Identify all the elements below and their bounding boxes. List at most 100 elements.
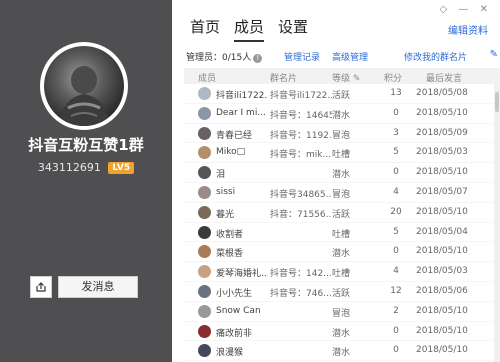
member-last-message: 2018/05/09 [416,127,468,138]
member-list: 抖音ili1722... 抖音号ili1722... 活跃 13 2018/05/08 D… [184,84,500,362]
member-row[interactable]: 痛改前非 潜水 0 2018/05/10 [184,322,500,342]
member-avatar[interactable] [198,324,211,338]
admin-count: 管理员：0/15人! [186,50,263,63]
member-row[interactable]: 暮光 抖音：71556... 活跃 20 2018/05/10 [184,203,500,223]
member-row[interactable]: 小小先生 抖音号：746... 活跃 12 2018/05/06 [184,282,500,302]
member-avatar[interactable] [198,87,211,100]
member-level: 潜水 [332,170,351,181]
member-name: sissi [216,186,236,197]
member-row[interactable]: 菜根香 潜水 0 2018/05/10 [184,242,500,263]
member-row[interactable]: sissi 抖音号34865... 冒泡 4 2018/05/07 [184,183,500,203]
member-name: 小小先生 [216,288,253,299]
member-last-message: 2018/05/10 [416,107,468,118]
member-level: 吐槽 [332,150,351,161]
member-card: 抖音号：746... [270,288,332,299]
member-level: 活跃 [332,209,351,220]
col-last-msg[interactable]: 最后发言 [426,71,462,84]
group-name: 抖音互粉互赞1群 [28,136,144,154]
member-avatar[interactable] [198,265,211,279]
skin-icon[interactable]: ◇ [440,4,448,15]
member-points: 5 [393,147,399,158]
member-card: 抖音：71556... [270,209,332,220]
member-level: 冒泡 [332,308,351,319]
pencil-icon[interactable]: ✎ [490,49,498,60]
member-last-message: 2018/05/03 [416,266,468,277]
member-level: 潜水 [332,328,351,339]
member-level: 活跃 [332,288,351,299]
edit-my-card-link[interactable]: 修改我的群名片 [404,50,467,63]
info-icon[interactable]: ! [253,54,263,63]
member-points: 5 [393,226,399,237]
col-level[interactable]: 等级 ✎ [332,71,360,84]
member-row[interactable]: 收割者 吐槽 5 2018/05/04 [184,223,500,243]
tab-home[interactable]: 首页 [190,16,220,42]
group-id: 343112691 [37,161,101,174]
member-level: 吐槽 [332,229,351,240]
member-avatar[interactable] [198,146,211,160]
member-row[interactable]: 青春已经 抖音号：1192... 冒泡 3 2018/05/09 [184,124,500,144]
member-avatar[interactable] [198,284,211,298]
member-row[interactable]: 浪漫猴 潜水 0 2018/05/10 [184,341,500,362]
member-name: 痛改前非 [216,328,253,339]
member-row[interactable]: 抖音ili1722... 抖音号ili1722... 活跃 13 2018/05/08 [184,84,500,104]
tab-members[interactable]: 成员 [234,16,265,42]
col-points[interactable]: 积分 [384,71,402,84]
member-row[interactable]: Snow Can 冒泡 2 2018/05/10 [184,302,500,322]
member-avatar[interactable] [198,106,211,120]
col-card[interactable]: 群名片 [270,71,297,84]
tab-settings[interactable]: 设置 [278,16,308,42]
member-row[interactable]: Dear I mi... 抖音号：14645...潜水 0 2018/05/10 [184,104,500,124]
level-badge: LV5 [108,162,135,174]
member-last-message: 2018/05/10 [416,246,468,257]
member-last-message: 2018/05/06 [416,285,468,296]
member-avatar[interactable] [198,245,211,259]
member-avatar[interactable] [198,205,211,219]
member-avatar[interactable] [198,166,211,180]
member-name: Snow Can [216,305,261,316]
member-name: 菜根香 [216,249,244,260]
member-name: 暮光 [216,209,235,220]
member-row[interactable]: 泪 潜水 0 2018/05/10 [184,163,500,183]
member-name: 泪 [216,170,226,181]
member-points: 2 [393,305,399,316]
member-avatar[interactable] [198,344,211,358]
member-panel: ◇ — ✕ 编辑资料 首页 成员 设置 管理员：0/15人! 管理记录 高级管理… [172,0,500,362]
member-name: 浪漫猴 [216,348,244,359]
member-last-message: 2018/05/10 [416,167,468,178]
col-member[interactable]: 成员 [198,71,216,84]
scroll-thumb[interactable] [495,92,499,112]
member-points: 4 [393,266,399,277]
member-row[interactable]: Miko□ 抖音号：mik... 吐槽 5 2018/05/03 [184,143,500,164]
member-level: 吐槽 [332,269,351,280]
share-button[interactable] [30,276,52,298]
member-points: 20 [390,206,402,217]
scrollbar[interactable] [494,84,500,362]
send-message-button[interactable]: 发消息 [58,276,138,298]
member-name: 收割者 [216,229,244,240]
manage-log-link[interactable]: 管理记录 [284,50,320,63]
member-last-message: 2018/05/04 [416,226,468,237]
member-last-message: 2018/05/10 [416,345,468,356]
minimize-icon[interactable]: — [458,4,468,15]
close-icon[interactable]: ✕ [480,4,488,15]
advanced-manage-link[interactable]: 高级管理 [332,50,368,63]
member-card: 抖音号：mik... [270,150,332,161]
members-toolbar: 管理员：0/15人! 管理记录 高级管理 修改我的群名片 ✎ [186,49,500,66]
member-points: 0 [393,246,399,257]
member-card: 抖音号ili1722... [270,91,332,101]
member-table-header: 成员 群名片 等级 ✎ 积分 最后发言 [184,68,500,84]
group-avatar [44,46,124,126]
member-points: 12 [390,285,402,296]
member-level: 潜水 [332,249,351,260]
member-avatar[interactable] [198,304,211,318]
member-avatar[interactable] [198,185,211,199]
member-row[interactable]: 爱琴海婚礼... 抖音号：142... 吐槽 4 2018/05/03 [184,262,500,282]
member-avatar[interactable] [198,126,211,140]
member-level: 潜水 [332,110,351,121]
member-points: 0 [393,345,399,356]
member-avatar[interactable] [198,225,211,239]
group-profile-panel: 抖音互粉互赞1群 343112691 LV5 发消息 [0,0,172,362]
edit-profile-link[interactable]: 编辑资料 [448,22,488,37]
member-card: 抖音号：142... [270,269,332,280]
member-points: 3 [393,127,399,138]
